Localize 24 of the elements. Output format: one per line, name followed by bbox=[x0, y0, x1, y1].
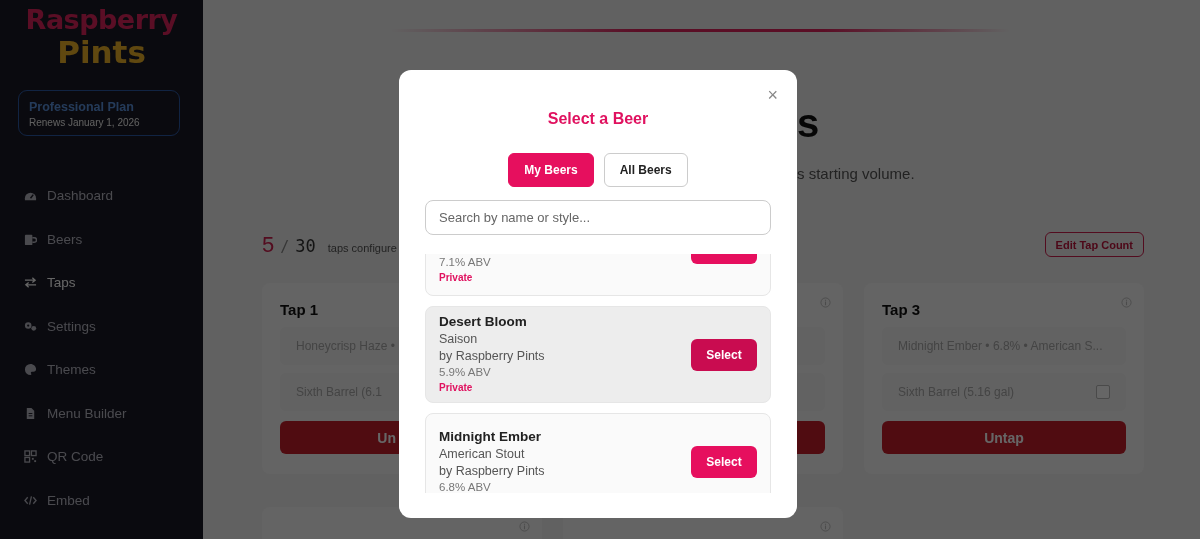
beer-abv: 5.9% ABV bbox=[439, 365, 491, 380]
logo-text: Pints bbox=[57, 36, 146, 68]
total-count: 30 bbox=[295, 235, 316, 256]
logo-text: Raspberry bbox=[25, 4, 178, 36]
visibility-label: Private bbox=[439, 381, 473, 395]
beer-name: Desert Bloom bbox=[439, 313, 527, 331]
configured-count: 5 bbox=[262, 231, 275, 258]
modal-title: Select a Beer bbox=[547, 109, 649, 129]
visibility-label: Private bbox=[439, 271, 473, 285]
beer-brewer: by Raspberry Pints bbox=[439, 463, 545, 480]
beer-abv: 6.8% ABV bbox=[439, 480, 491, 493]
count-separator: / bbox=[280, 237, 290, 256]
tap-title: Tap 1 bbox=[280, 301, 319, 318]
page-heading: s bbox=[797, 100, 821, 147]
plan-name: Professional Plan bbox=[29, 100, 134, 114]
beer-brewer: by Raspberry Pints bbox=[439, 348, 545, 365]
beer-style: Saison bbox=[439, 331, 478, 348]
page-subtitle: s starting volume. bbox=[797, 165, 916, 183]
tap-title: Tap 3 bbox=[882, 301, 921, 318]
beer-name: Midnight Ember bbox=[439, 428, 541, 446]
beer-style: American Stout bbox=[439, 446, 525, 463]
count-label: taps configure bbox=[327, 241, 397, 254]
plan-renewal: Renews January 1, 2026 bbox=[29, 117, 140, 128]
beer-abv: 7.1% ABV bbox=[439, 255, 491, 270]
